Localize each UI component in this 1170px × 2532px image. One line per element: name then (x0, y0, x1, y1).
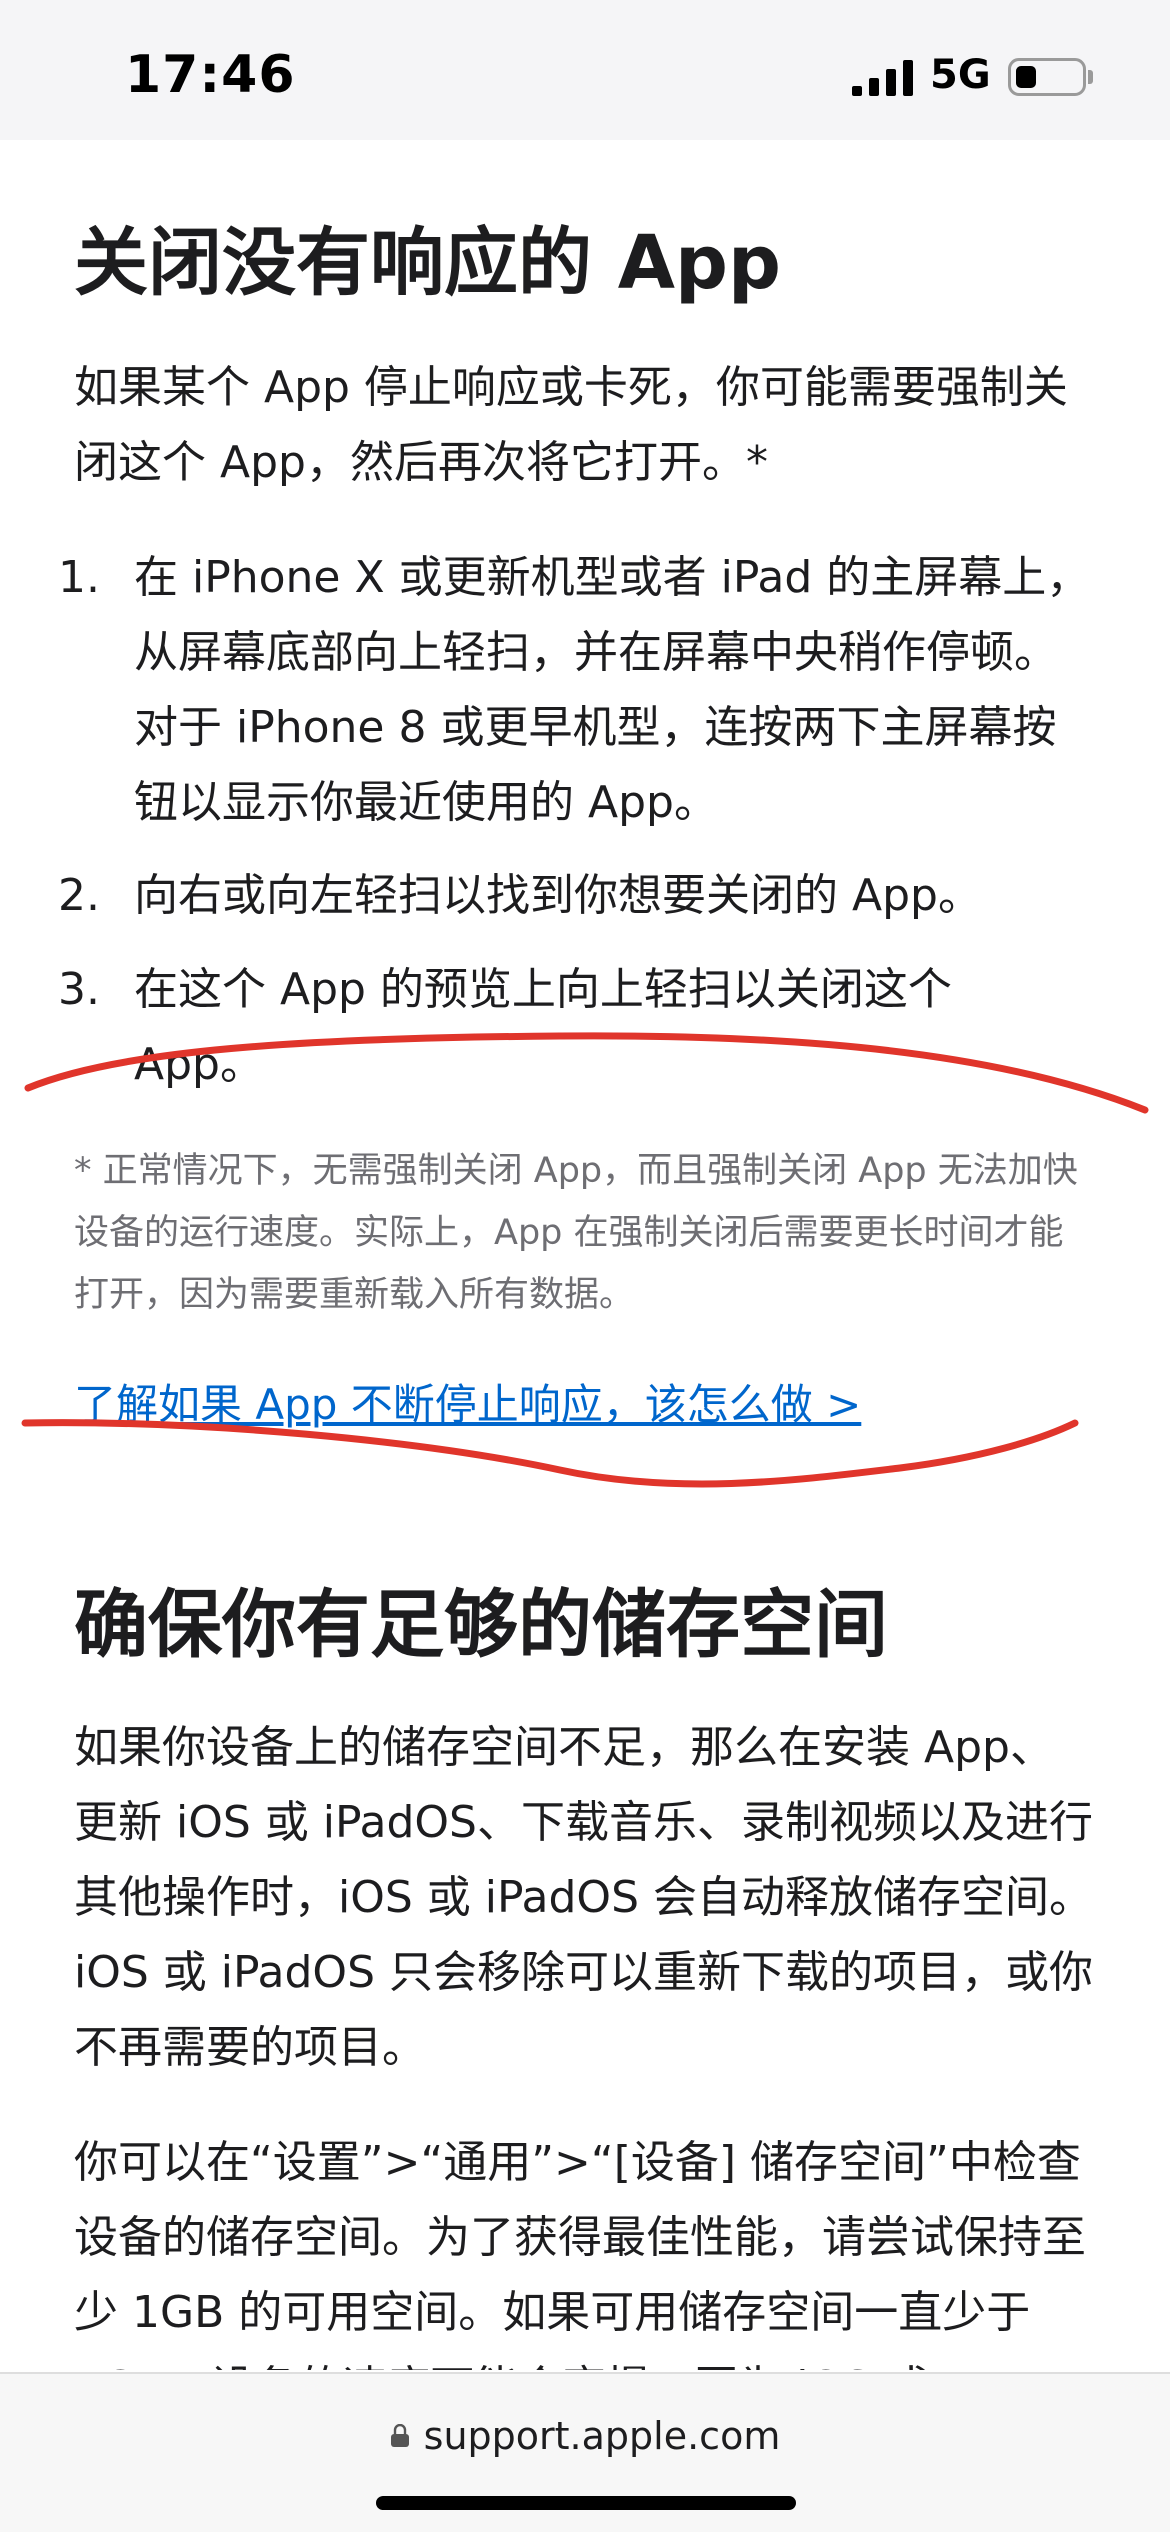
battery-icon (1008, 58, 1086, 96)
url-text: support.apple.com (423, 2414, 781, 2458)
step-text: 向右或向左轻扫以找到你想要关闭的 App。 (134, 870, 982, 921)
step-number: 3. (58, 964, 100, 1015)
lock-icon (390, 2424, 409, 2447)
step-text: 在 iPhone X 或更新机型或者 iPad 的主屏幕上，从屏幕底部向上轻扫，… (134, 552, 1091, 828)
home-indicator[interactable] (376, 2496, 796, 2510)
status-bar: 17:46 5G (0, 0, 1170, 140)
browser-bottom-bar: support.apple.com (0, 2372, 1170, 2532)
section-title-storage: 确保你有足够的储存空间 (74, 1582, 888, 1668)
step-text: 在这个 App 的预览上向上轻扫以关闭这个 App。 (134, 964, 952, 1090)
intro-paragraph: 如果某个 App 停止响应或卡死，你可能需要强制关闭这个 App，然后再次将它打… (74, 362, 1068, 488)
link-app-keeps-stopping[interactable]: 了解如果 App 不断停止响应，该怎么做 > (74, 1370, 861, 1440)
battery-level (1016, 66, 1036, 88)
step-number: 1. (58, 552, 100, 603)
storage-paragraph-2: 你可以在“设置”>“通用”>“[设备] 储存空间”中检查设备的储存空间。为了获得… (74, 2137, 1086, 2370)
address-bar[interactable]: support.apple.com (0, 2414, 1170, 2458)
battery-cap (1088, 70, 1093, 84)
network-type: 5G (930, 52, 991, 98)
cellular-signal-icon (852, 60, 913, 96)
storage-paragraph-1: 如果你设备上的储存空间不足，那么在安装 App、更新 iOS 或 iPadOS、… (74, 1722, 1093, 2073)
step-number: 2. (58, 870, 100, 921)
article: 关闭没有响应的 App 如果某个 App 停止响应或卡死，你可能需要强制关闭这个… (0, 140, 1170, 2370)
footnote: * 正常情况下，无需强制关闭 App，而且强制关闭 App 无法加快设备的运行速… (74, 1151, 1078, 1315)
status-time: 17:46 (125, 45, 296, 105)
section-title-close-app: 关闭没有响应的 App (74, 220, 781, 306)
